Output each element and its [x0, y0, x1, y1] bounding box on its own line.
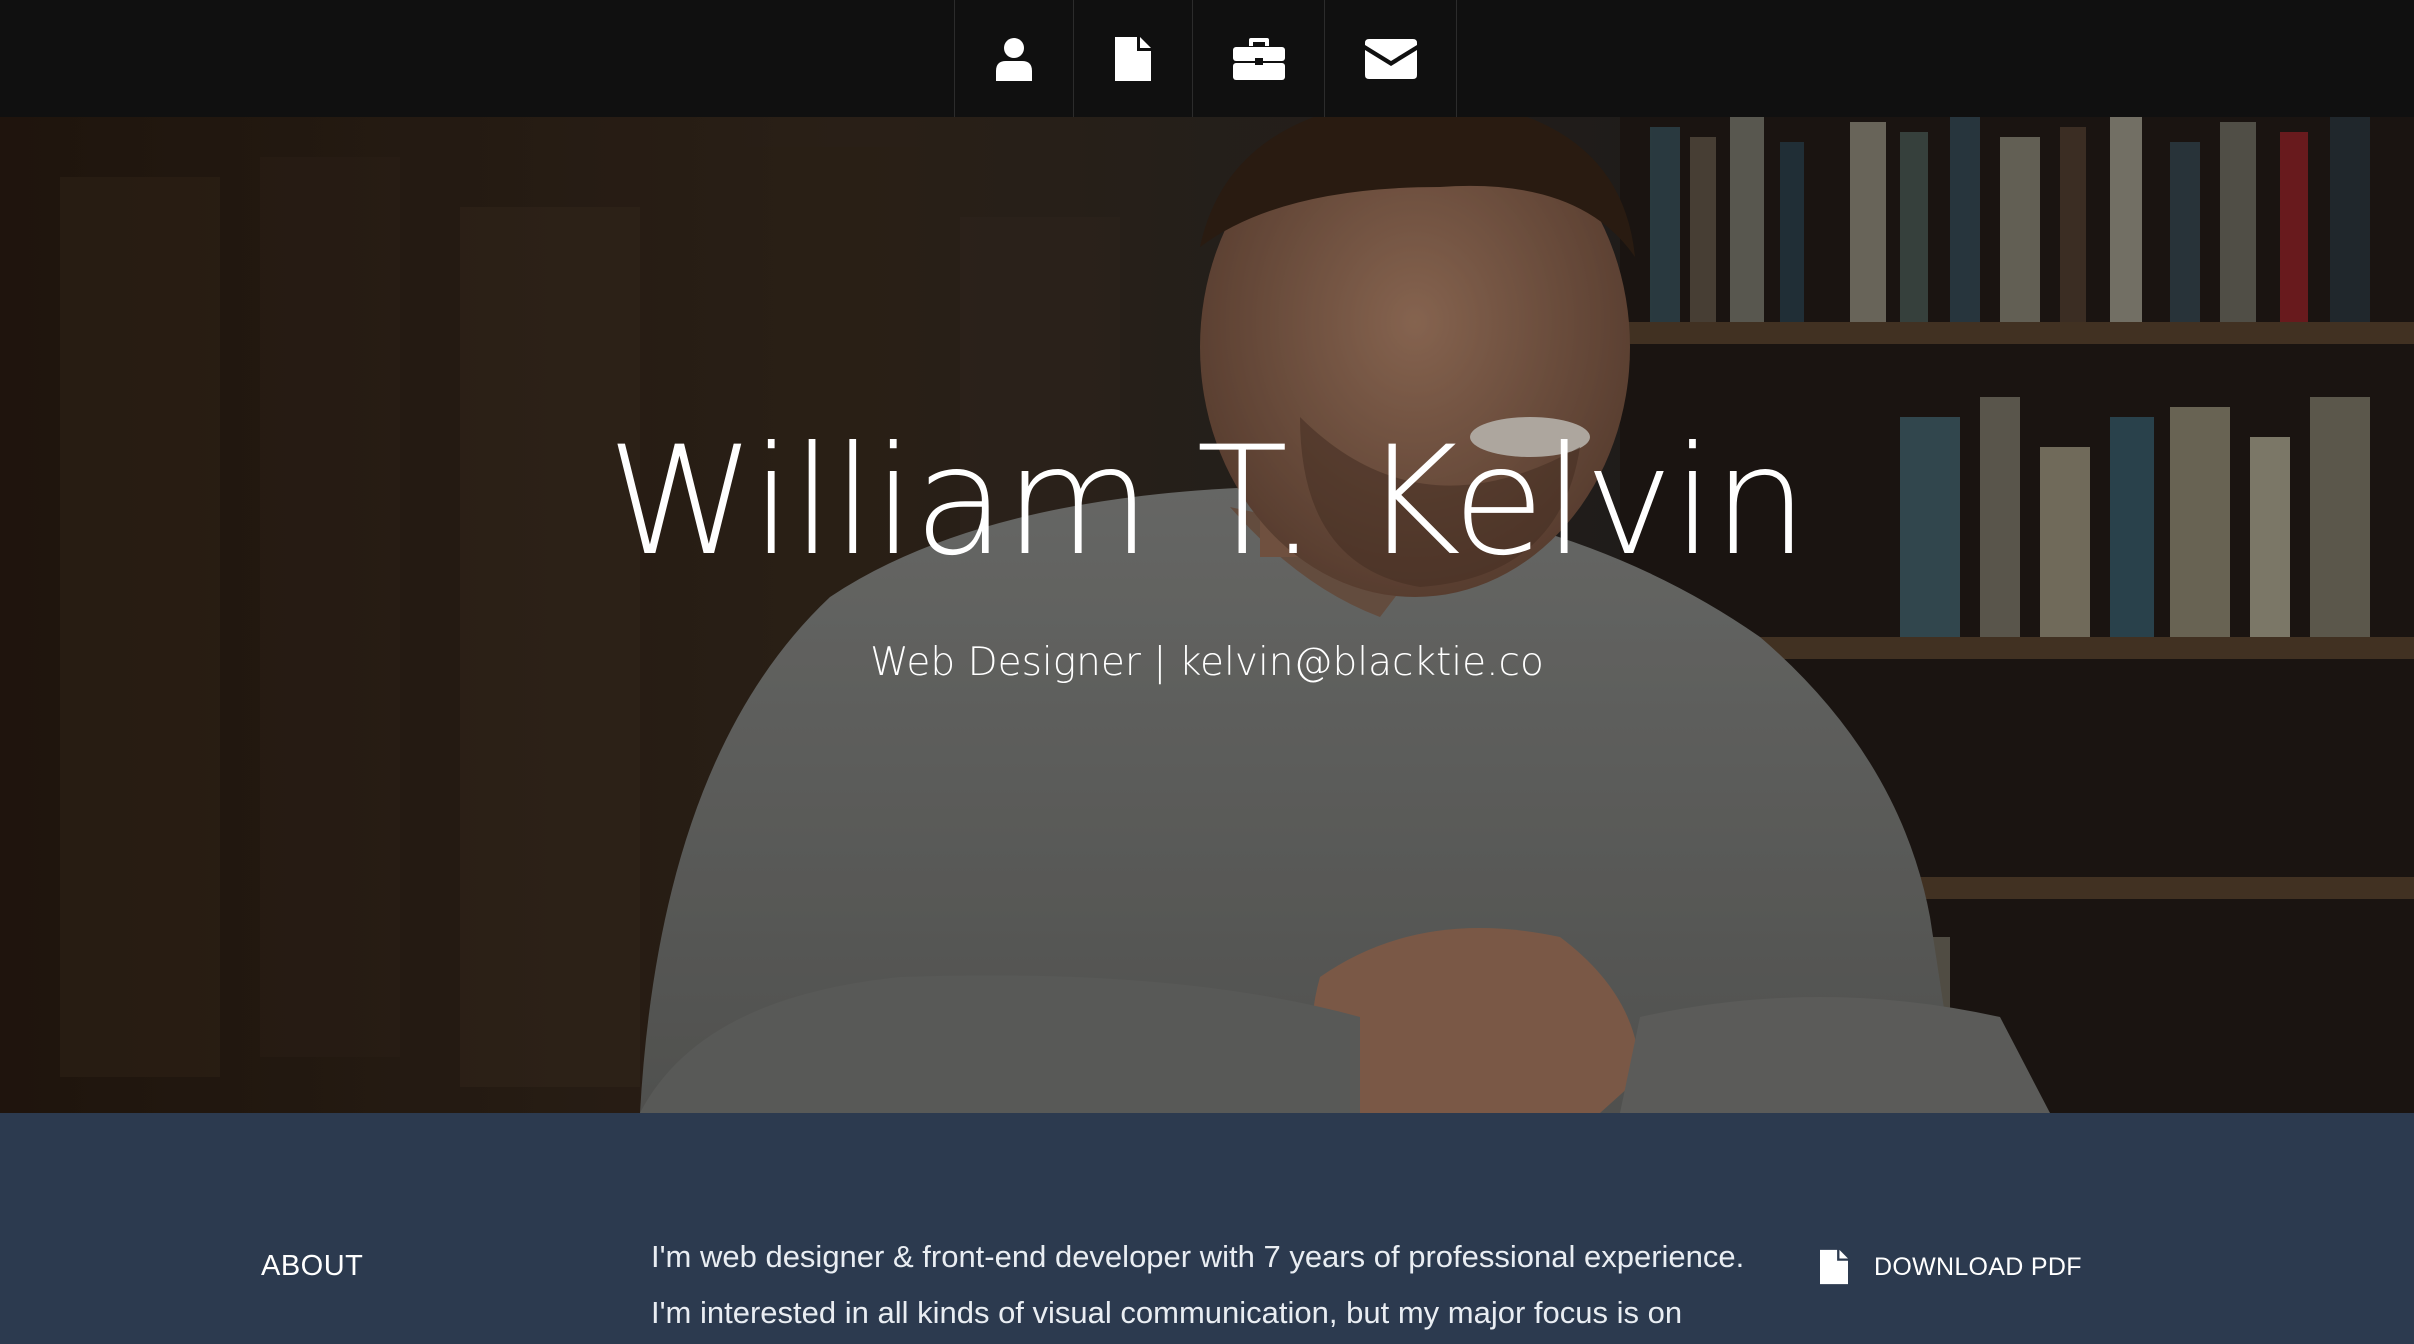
about-heading: ABOUT	[261, 1250, 364, 1282]
top-navigation	[0, 0, 2414, 117]
hero-subtitle: Web Designer | kelvin@blacktie.co	[870, 640, 1544, 685]
nav-resume-link[interactable]	[1073, 0, 1192, 117]
nav-portfolio-link[interactable]	[1192, 0, 1324, 117]
nav-about-link[interactable]	[954, 0, 1073, 117]
icon-nav-group	[954, 0, 1457, 117]
download-pdf-label: DOWNLOAD PDF	[1874, 1252, 2082, 1281]
briefcase-icon	[1232, 37, 1285, 80]
hero-section: William T. Kelvin Web Designer | kelvin@…	[0, 117, 2414, 1113]
user-icon	[996, 37, 1032, 81]
about-line: I'm web designer & front-end developer w…	[651, 1239, 1745, 1274]
file-icon	[1820, 1249, 1848, 1285]
about-section: ABOUT I'm web designer & front-end devel…	[0, 1113, 2414, 1344]
envelope-icon	[1364, 38, 1417, 79]
nav-contact-link[interactable]	[1324, 0, 1457, 117]
about-paragraph: I'm web designer & front-end developer w…	[651, 1229, 1745, 1341]
file-icon	[1115, 36, 1151, 81]
download-pdf-link[interactable]: DOWNLOAD PDF	[1820, 1247, 2082, 1287]
hero-name: William T. Kelvin	[607, 415, 1808, 589]
about-line: I'm interested in all kinds of visual co…	[651, 1295, 1683, 1330]
